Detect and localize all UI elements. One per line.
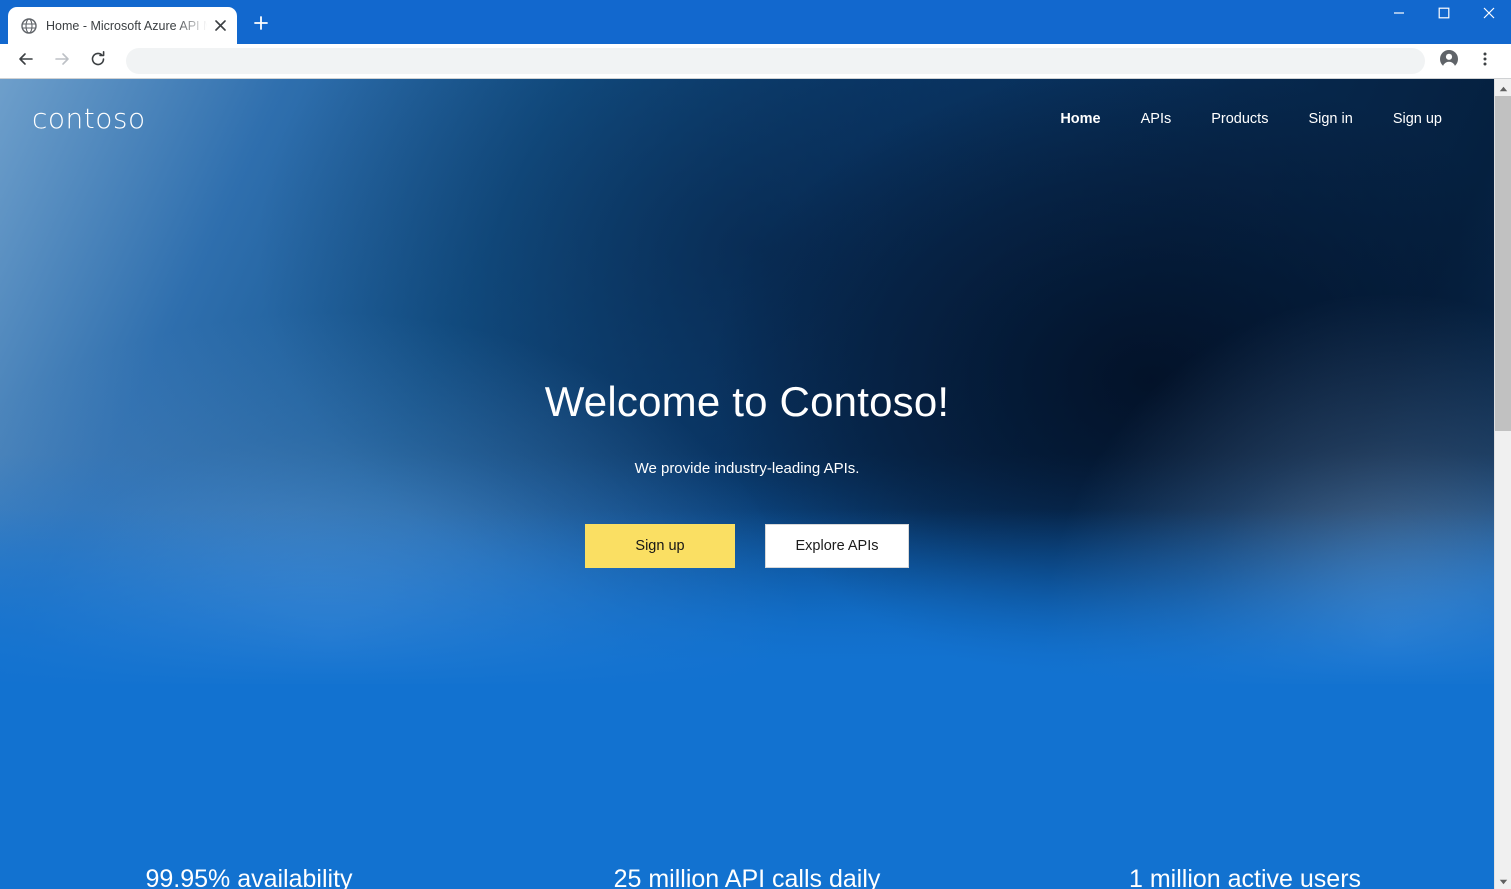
maximize-icon (1438, 6, 1450, 24)
toolbar-right-actions (1431, 47, 1503, 75)
three-dot-menu-icon (1477, 51, 1493, 72)
window-controls (1376, 0, 1511, 44)
scroll-up-arrow-icon (1499, 79, 1508, 97)
scrollbar-thumb[interactable] (1495, 96, 1511, 431)
page-viewport: contoso Home APIs Products Sign in Sign … (0, 79, 1511, 889)
stat-item: 99.95% availability Our APIs can be used… (0, 864, 498, 889)
address-bar[interactable] (126, 48, 1425, 74)
tab-strip: Home - Microsoft Azure API Management de… (0, 0, 1376, 44)
plus-icon (254, 15, 268, 35)
browser-window: Home - Microsoft Azure API Management de… (0, 0, 1511, 889)
browser-tab[interactable]: Home - Microsoft Azure API Management de… (8, 7, 237, 44)
reload-button[interactable] (84, 47, 112, 75)
developer-portal-page: contoso Home APIs Products Sign in Sign … (0, 79, 1494, 889)
stat-item: 1 million active users Millions of peopl… (996, 864, 1494, 889)
browser-menu-button[interactable] (1471, 47, 1499, 75)
site-logo[interactable]: contoso (32, 105, 146, 133)
reload-icon (89, 50, 107, 73)
profile-button[interactable] (1435, 47, 1463, 75)
close-icon (1483, 6, 1495, 24)
tab-close-icon[interactable] (209, 15, 231, 37)
address-input[interactable] (140, 54, 1411, 68)
hero-actions: Sign up Explore APIs (0, 524, 1494, 569)
site-navigation: Home APIs Products Sign in Sign up (1040, 103, 1462, 135)
site-header: contoso Home APIs Products Sign in Sign … (0, 79, 1494, 159)
forward-button[interactable] (48, 47, 76, 75)
account-avatar-icon (1439, 49, 1459, 74)
stat-item: 25 million API calls daily Our APIs defi… (498, 864, 996, 889)
nav-item-sign-in[interactable]: Sign in (1288, 103, 1372, 135)
globe-icon (20, 17, 37, 34)
browser-toolbar (0, 44, 1511, 79)
nav-item-products[interactable]: Products (1191, 103, 1288, 135)
browser-titlebar: Home - Microsoft Azure API Management de… (0, 0, 1511, 44)
nav-item-apis[interactable]: APIs (1121, 103, 1192, 135)
page-scrollbar[interactable] (1494, 79, 1511, 889)
minimize-icon (1393, 6, 1405, 24)
back-button[interactable] (12, 47, 40, 75)
sign-up-button[interactable]: Sign up (585, 524, 735, 569)
page-title: Welcome to Contoso! (544, 378, 950, 425)
scroll-up-button[interactable] (1495, 79, 1511, 96)
hero-section: Welcome to Contoso! We provide industry-… (0, 378, 1494, 569)
forward-arrow-icon (53, 50, 71, 73)
new-tab-button[interactable] (247, 11, 275, 39)
nav-item-sign-up[interactable]: Sign up (1373, 103, 1462, 135)
scroll-down-arrow-icon (1499, 872, 1508, 889)
nav-item-home[interactable]: Home (1040, 103, 1120, 135)
window-minimize-button[interactable] (1376, 0, 1421, 30)
tab-title: Home - Microsoft Azure API Management de… (46, 18, 207, 33)
stat-value: 1 million active users (1128, 865, 1362, 889)
scroll-down-button[interactable] (1495, 872, 1511, 889)
explore-apis-button[interactable]: Explore APIs (765, 524, 909, 569)
window-maximize-button[interactable] (1421, 0, 1466, 30)
back-arrow-icon (17, 50, 35, 73)
stats-section: 99.95% availability Our APIs can be used… (0, 764, 1494, 889)
window-close-button[interactable] (1466, 0, 1511, 30)
stat-value: 99.95% availability (145, 865, 353, 889)
hero-subtitle: We provide industry-leading APIs. (634, 460, 860, 478)
stat-value: 25 million API calls daily (613, 865, 881, 889)
